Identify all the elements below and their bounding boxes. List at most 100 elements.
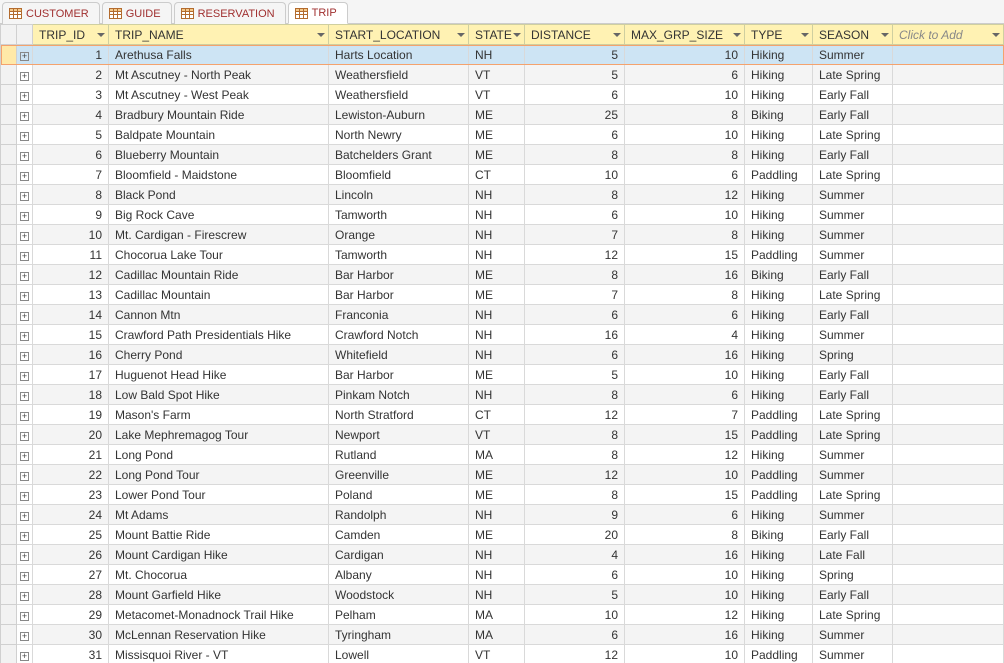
cell-distance[interactable]: 12 [525, 465, 625, 485]
cell-trip-name[interactable]: Mount Garfield Hike [109, 585, 329, 605]
cell-start-location[interactable]: Crawford Notch [329, 325, 469, 345]
cell-season[interactable]: Early Fall [813, 385, 893, 405]
row-selector[interactable] [1, 505, 17, 525]
plus-icon[interactable]: + [20, 132, 29, 141]
plus-icon[interactable]: + [20, 652, 29, 661]
cell-state[interactable]: ME [469, 125, 525, 145]
cell-season[interactable]: Early Fall [813, 145, 893, 165]
cell-trip-name[interactable]: Bradbury Mountain Ride [109, 105, 329, 125]
row-selector[interactable] [1, 565, 17, 585]
cell-start-location[interactable]: Lincoln [329, 185, 469, 205]
cell-trip-name[interactable]: Mt Adams [109, 505, 329, 525]
cell-trip-name[interactable]: Lower Pond Tour [109, 485, 329, 505]
cell-type[interactable]: Hiking [745, 445, 813, 465]
cell-type[interactable]: Hiking [745, 385, 813, 405]
expand-cell[interactable]: + [17, 525, 33, 545]
plus-icon[interactable]: + [20, 512, 29, 521]
row-selector[interactable] [1, 185, 17, 205]
cell-start-location[interactable]: Franconia [329, 305, 469, 325]
plus-icon[interactable]: + [20, 92, 29, 101]
table-row[interactable]: +9Big Rock CaveTamworthNH610HikingSummer [1, 205, 1004, 225]
cell-empty[interactable] [893, 265, 1004, 285]
cell-max-grp[interactable]: 6 [625, 65, 745, 85]
cell-max-grp[interactable]: 6 [625, 305, 745, 325]
cell-trip-name[interactable]: Lake Mephremagog Tour [109, 425, 329, 445]
tab-trip[interactable]: TRIP [288, 2, 348, 24]
cell-start-location[interactable]: Randolph [329, 505, 469, 525]
plus-icon[interactable]: + [20, 72, 29, 81]
plus-icon[interactable]: + [20, 352, 29, 361]
expand-cell[interactable]: + [17, 505, 33, 525]
plus-icon[interactable]: + [20, 452, 29, 461]
cell-distance[interactable]: 6 [525, 625, 625, 645]
cell-distance[interactable]: 7 [525, 225, 625, 245]
cell-season[interactable]: Early Fall [813, 305, 893, 325]
table-row[interactable]: +1Arethusa FallsHarts LocationNH510Hikin… [1, 45, 1004, 65]
plus-icon[interactable]: + [20, 592, 29, 601]
row-selector[interactable] [1, 125, 17, 145]
table-row[interactable]: +6Blueberry MountainBatchelders GrantME8… [1, 145, 1004, 165]
table-row[interactable]: +26Mount Cardigan HikeCardiganNH416Hikin… [1, 545, 1004, 565]
table-row[interactable]: +14Cannon MtnFranconiaNH66HikingEarly Fa… [1, 305, 1004, 325]
row-selector[interactable] [1, 525, 17, 545]
datasheet-grid[interactable]: TRIP_ID TRIP_NAME START_LOCATION STATE D… [0, 24, 1004, 663]
cell-state[interactable]: NH [469, 585, 525, 605]
cell-distance[interactable]: 5 [525, 585, 625, 605]
cell-season[interactable]: Summer [813, 445, 893, 465]
cell-max-grp[interactable]: 16 [625, 545, 745, 565]
cell-distance[interactable]: 6 [525, 85, 625, 105]
cell-distance[interactable]: 6 [525, 205, 625, 225]
cell-max-grp[interactable]: 15 [625, 485, 745, 505]
cell-type[interactable]: Hiking [745, 505, 813, 525]
cell-trip-name[interactable]: Long Pond Tour [109, 465, 329, 485]
cell-type[interactable]: Hiking [745, 305, 813, 325]
row-selector[interactable] [1, 105, 17, 125]
cell-empty[interactable] [893, 625, 1004, 645]
row-selector[interactable] [1, 425, 17, 445]
chevron-down-icon[interactable] [613, 33, 621, 37]
expand-cell[interactable]: + [17, 205, 33, 225]
plus-icon[interactable]: + [20, 172, 29, 181]
cell-trip-id[interactable]: 27 [33, 565, 109, 585]
cell-max-grp[interactable]: 10 [625, 205, 745, 225]
cell-empty[interactable] [893, 305, 1004, 325]
cell-start-location[interactable]: Batchelders Grant [329, 145, 469, 165]
cell-type[interactable]: Hiking [745, 345, 813, 365]
cell-distance[interactable]: 5 [525, 45, 625, 65]
cell-state[interactable]: NH [469, 565, 525, 585]
cell-state[interactable]: VT [469, 65, 525, 85]
chevron-down-icon[interactable] [881, 33, 889, 37]
table-row[interactable]: +27Mt. ChocoruaAlbanyNH610HikingSpring [1, 565, 1004, 585]
cell-empty[interactable] [893, 165, 1004, 185]
row-selector[interactable] [1, 325, 17, 345]
cell-distance[interactable]: 8 [525, 445, 625, 465]
cell-trip-name[interactable]: McLennan Reservation Hike [109, 625, 329, 645]
cell-season[interactable]: Late Spring [813, 125, 893, 145]
cell-trip-name[interactable]: Mt Ascutney - West Peak [109, 85, 329, 105]
table-row[interactable]: +8Black PondLincolnNH812HikingSummer [1, 185, 1004, 205]
cell-type[interactable]: Paddling [745, 425, 813, 445]
plus-icon[interactable]: + [20, 552, 29, 561]
cell-empty[interactable] [893, 185, 1004, 205]
cell-distance[interactable]: 5 [525, 365, 625, 385]
table-row[interactable]: +3Mt Ascutney - West PeakWeathersfieldVT… [1, 85, 1004, 105]
cell-distance[interactable]: 12 [525, 405, 625, 425]
expand-cell[interactable]: + [17, 465, 33, 485]
expand-cell[interactable]: + [17, 345, 33, 365]
cell-state[interactable]: ME [469, 265, 525, 285]
cell-type[interactable]: Hiking [745, 285, 813, 305]
cell-trip-name[interactable]: Bloomfield - Maidstone [109, 165, 329, 185]
cell-start-location[interactable]: Bloomfield [329, 165, 469, 185]
cell-trip-name[interactable]: Mt Ascutney - North Peak [109, 65, 329, 85]
cell-start-location[interactable]: Albany [329, 565, 469, 585]
cell-type[interactable]: Hiking [745, 185, 813, 205]
cell-distance[interactable]: 7 [525, 285, 625, 305]
cell-trip-id[interactable]: 6 [33, 145, 109, 165]
expand-cell[interactable]: + [17, 645, 33, 663]
cell-state[interactable]: ME [469, 145, 525, 165]
cell-state[interactable]: ME [469, 485, 525, 505]
cell-empty[interactable] [893, 485, 1004, 505]
cell-season[interactable]: Summer [813, 185, 893, 205]
cell-start-location[interactable]: Pelham [329, 605, 469, 625]
cell-distance[interactable]: 4 [525, 545, 625, 565]
